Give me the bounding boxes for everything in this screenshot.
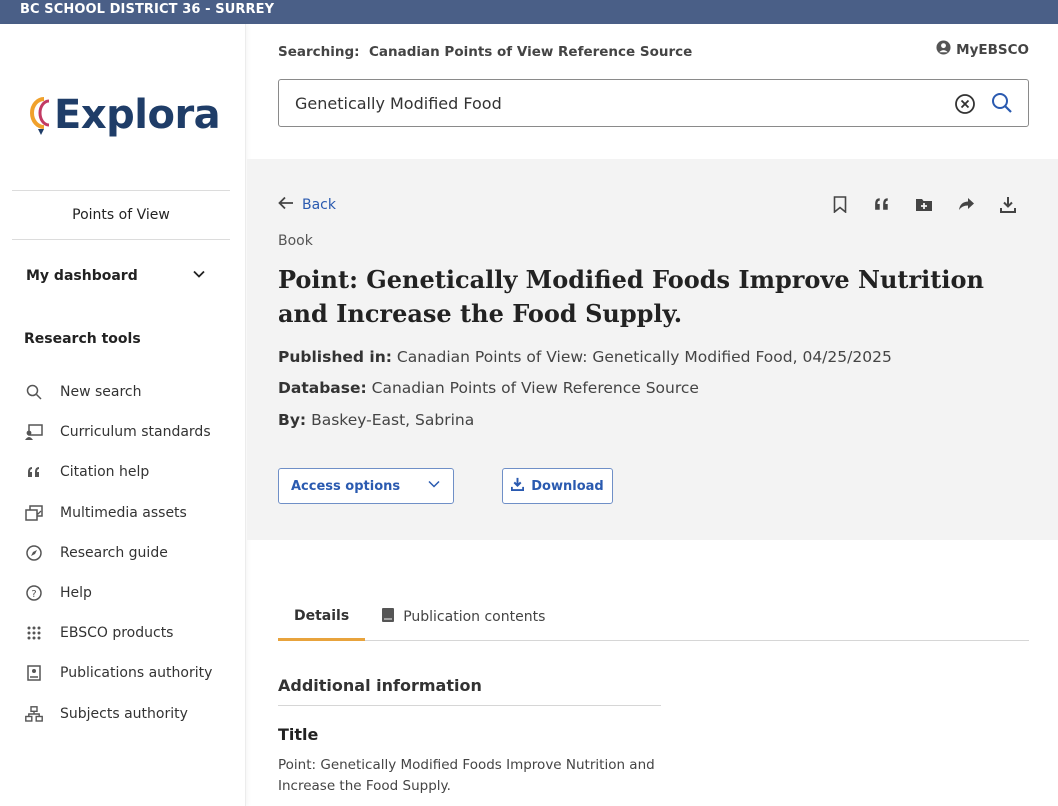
author: By: Baskey-East, Sabrina xyxy=(278,411,474,429)
clear-search-icon[interactable] xyxy=(954,93,976,119)
compass-icon xyxy=(24,543,44,563)
field-title-value: Point: Genetically Modified Foods Improv… xyxy=(278,757,655,794)
back-link[interactable]: Back xyxy=(278,196,336,214)
tool-label: Research guide xyxy=(60,544,168,561)
explora-logo[interactable]: Explora xyxy=(30,90,221,140)
myebsco-button[interactable]: MyEBSCO xyxy=(936,40,1029,59)
by-label: By: xyxy=(278,411,307,429)
search-input[interactable] xyxy=(295,93,915,113)
grid-icon xyxy=(24,623,44,643)
publication-icon xyxy=(24,663,44,683)
my-dashboard-toggle[interactable]: My dashboard xyxy=(26,264,206,288)
tool-label: New search xyxy=(60,384,142,401)
tool-citation-help[interactable]: Citation help xyxy=(24,452,212,492)
download-icon xyxy=(511,477,525,495)
research-tools-heading: Research tools xyxy=(24,331,141,347)
back-label: Back xyxy=(302,197,336,213)
tool-label: Subjects authority xyxy=(60,705,188,722)
by-value: Baskey-East, Sabrina xyxy=(311,411,475,429)
search-icon xyxy=(24,382,44,402)
tool-label: Publications authority xyxy=(60,665,213,682)
chevron-down-icon xyxy=(427,477,441,495)
record-type: Book xyxy=(278,233,313,249)
add-to-folder-icon[interactable] xyxy=(914,194,934,214)
record-title: Point: Genetically Modified Foods Improv… xyxy=(278,265,984,328)
record-actions xyxy=(808,194,1018,214)
curriculum-icon xyxy=(24,422,44,442)
multimedia-icon xyxy=(24,503,44,523)
hierarchy-icon xyxy=(24,704,44,724)
tab-label: Publication contents xyxy=(403,609,546,625)
cite-quote-icon[interactable] xyxy=(872,194,892,214)
tool-label: Curriculum standards xyxy=(60,424,211,441)
tool-ebsco-products[interactable]: EBSCO products xyxy=(24,613,212,653)
balloon-logo-icon xyxy=(30,95,52,135)
bookmark-icon[interactable] xyxy=(830,194,850,214)
search-box xyxy=(278,79,1029,127)
published-label: Published in: xyxy=(278,348,392,366)
points-of-view-link[interactable]: Points of View xyxy=(12,190,230,240)
book-icon xyxy=(381,607,395,627)
research-tools-list: New search Curriculum standards Citation… xyxy=(24,372,212,734)
tool-publications-authority[interactable]: Publications authority xyxy=(24,653,212,693)
quote-icon xyxy=(24,462,44,482)
detail-tabs: Details Publication contents xyxy=(278,593,1029,641)
additional-information-heading: Additional information xyxy=(278,676,661,706)
tab-details[interactable]: Details xyxy=(278,593,366,641)
database: Database: Canadian Points of View Refere… xyxy=(278,379,699,397)
download-icon[interactable] xyxy=(998,194,1018,214)
searching-source: Searching: Canadian Points of View Refer… xyxy=(278,44,692,60)
sidebar: Explora Points of View My dashboard Rese… xyxy=(0,24,246,806)
svg-text:?: ? xyxy=(31,589,36,600)
download-label: Download xyxy=(531,478,604,494)
tab-label: Details xyxy=(294,607,350,624)
tool-curriculum-standards[interactable]: Curriculum standards xyxy=(24,412,212,452)
user-account-icon xyxy=(936,40,951,59)
help-icon: ? xyxy=(24,583,44,603)
searching-source-value: Canadian Points of View Reference Source xyxy=(368,44,693,60)
tool-research-guide[interactable]: Research guide xyxy=(24,533,212,573)
tool-help[interactable]: ? Help xyxy=(24,573,212,613)
chevron-down-icon xyxy=(192,267,206,285)
field-title-label: Title xyxy=(278,725,319,744)
record-panel: Back Book Point: Genetically Modified Fo… xyxy=(247,159,1058,540)
tool-label: Citation help xyxy=(60,464,150,481)
tool-new-search[interactable]: New search xyxy=(24,372,212,412)
tool-label: EBSCO products xyxy=(60,625,174,642)
search-submit-icon[interactable] xyxy=(991,92,1013,118)
my-dashboard-label: My dashboard xyxy=(26,268,138,284)
database-value: Canadian Points of View Reference Source xyxy=(371,379,699,397)
share-icon[interactable] xyxy=(956,194,976,214)
arrow-left-icon xyxy=(278,196,294,214)
district-banner: BC SCHOOL DISTRICT 36 - SURREY xyxy=(0,0,1058,24)
tool-label: Multimedia assets xyxy=(60,504,187,521)
main-content: Searching: Canadian Points of View Refer… xyxy=(247,24,1058,806)
download-button[interactable]: Download xyxy=(502,468,613,504)
published-in: Published in: Canadian Points of View: G… xyxy=(278,348,892,366)
searching-label: Searching: xyxy=(278,44,360,60)
tool-subjects-authority[interactable]: Subjects authority xyxy=(24,694,212,734)
myebsco-label: MyEBSCO xyxy=(956,41,1029,58)
access-options-label: Access options xyxy=(291,478,401,494)
published-value: Canadian Points of View: Genetically Mod… xyxy=(396,348,892,366)
access-options-dropdown[interactable]: Access options xyxy=(278,468,454,504)
logo-text: Explora xyxy=(54,92,221,138)
database-label: Database: xyxy=(278,379,367,397)
tool-label: Help xyxy=(60,585,92,602)
tool-multimedia-assets[interactable]: Multimedia assets xyxy=(24,493,212,533)
tab-publication-contents[interactable]: Publication contents xyxy=(365,593,561,641)
